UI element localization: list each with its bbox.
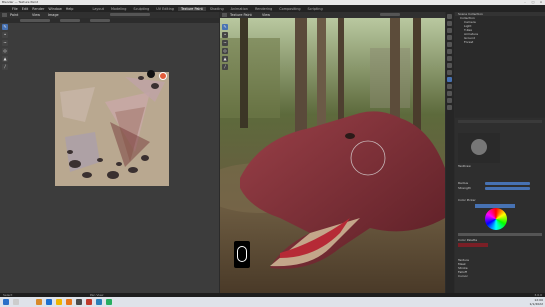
property-tab-icon[interactable]	[447, 42, 452, 47]
uv-strength-field[interactable]	[90, 19, 110, 22]
property-tab-icon[interactable]	[447, 28, 452, 33]
uv-image-menu[interactable]: Image	[48, 13, 59, 17]
soften-tool-icon[interactable]: •	[2, 32, 8, 38]
editor-type-icon[interactable]	[2, 13, 7, 17]
viewport-mode-select[interactable]: Texture Paint	[230, 13, 252, 17]
viewport-fill-tool-icon[interactable]: ▲	[222, 56, 228, 62]
texture-image	[55, 72, 169, 186]
viewport-shading-buttons[interactable]	[380, 13, 400, 16]
taskbar-store-icon[interactable]	[106, 299, 112, 305]
tab-compositing[interactable]: Compositing	[276, 7, 303, 11]
brush-color-swatch[interactable]	[458, 243, 488, 247]
property-tab-icon[interactable]	[447, 70, 452, 75]
strength-slider[interactable]	[485, 187, 530, 190]
3d-viewport[interactable]	[220, 18, 445, 293]
tab-texture-paint[interactable]: Texture Paint	[177, 6, 206, 11]
brush-options: Texture Mask Stroke Falloff Cursor	[458, 258, 469, 278]
outliner-item[interactable]: Forest	[455, 40, 545, 44]
uv-toolbar: ✎ • ~ ◎ ▲ /	[2, 24, 8, 84]
draw-tool-icon[interactable]: ✎	[2, 24, 8, 30]
tab-modeling[interactable]: Modeling	[108, 7, 129, 11]
clone-tool-icon[interactable]: ◎	[2, 48, 8, 54]
property-tab-icon[interactable]	[447, 84, 452, 89]
tab-layout[interactable]: Layout	[89, 7, 107, 11]
uv-brush-field[interactable]	[20, 19, 50, 22]
uv-view-menu[interactable]: View	[32, 13, 40, 17]
menu-render[interactable]: Render	[32, 7, 44, 11]
menu-edit[interactable]: Edit	[22, 7, 29, 11]
tab-sculpting[interactable]: Sculpting	[130, 7, 152, 11]
brush-preview[interactable]	[458, 133, 500, 163]
property-tab-icon[interactable]	[447, 14, 452, 19]
viewport-smear-tool-icon[interactable]: ~	[222, 40, 228, 46]
property-tab-icon[interactable]	[447, 77, 452, 82]
blender-icon[interactable]	[66, 299, 72, 305]
search-icon[interactable]	[13, 299, 19, 305]
tab-shading[interactable]: Shading	[207, 7, 227, 11]
uv-radius-field[interactable]	[60, 19, 80, 22]
strength-label: Strength	[458, 186, 471, 190]
window-title: Blender — Texture Paint	[2, 0, 38, 4]
menu-window[interactable]: Window	[48, 7, 61, 11]
taskbar-terminal-icon[interactable]	[76, 299, 82, 305]
image-selector[interactable]	[110, 13, 150, 16]
viewport-mask-tool-icon[interactable]: /	[222, 64, 228, 70]
viewport-soften-tool-icon[interactable]: •	[222, 32, 228, 38]
tab-scripting[interactable]: Scripting	[305, 7, 326, 11]
brush-selector[interactable]	[458, 120, 542, 123]
palette-label: Color Palette	[458, 238, 478, 242]
mouse-icon	[237, 246, 247, 262]
property-tab-icon[interactable]	[447, 98, 452, 103]
tab-animation[interactable]: Animation	[228, 7, 251, 11]
taskbar-browser-icon[interactable]	[46, 299, 52, 305]
taskbar-mail-icon[interactable]	[96, 299, 102, 305]
uv-mode-select[interactable]: Paint	[10, 13, 18, 17]
radius-slider[interactable]	[485, 182, 530, 185]
viewport-toolbar: ✎ • ~ ◎ ▲ /	[222, 24, 228, 72]
property-tab-icon[interactable]	[447, 105, 452, 110]
color-picker-label: Color Picker	[458, 198, 476, 202]
smear-tool-icon[interactable]: ~	[2, 40, 8, 46]
outliner: Scene Collection Collection Camera Light T-…	[455, 12, 545, 117]
main-menu: File Edit Render Window Help	[0, 7, 73, 11]
viewport-draw-tool-icon[interactable]: ✎	[222, 24, 228, 30]
brush-name: TexDraw	[458, 164, 471, 168]
color-wheel[interactable]	[485, 208, 507, 230]
outliner-list: Collection Camera Light T-Rex Armature Ground…	[455, 16, 545, 44]
property-tab-icon[interactable]	[447, 21, 452, 26]
brush-icon	[471, 139, 487, 155]
property-tab-icon[interactable]	[447, 35, 452, 40]
taskbar-app-icon[interactable]	[36, 299, 42, 305]
radius-label: Radius	[458, 181, 469, 185]
properties-tabs	[446, 12, 454, 293]
brush-cursor-icon	[147, 70, 155, 78]
taskbar-media-icon[interactable]	[86, 299, 92, 305]
clock-date: 1/1/2022	[529, 302, 543, 306]
value-slider[interactable]	[458, 233, 542, 236]
property-tab-icon[interactable]	[447, 56, 452, 61]
start-icon[interactable]	[3, 299, 9, 305]
property-tab-icon[interactable]	[447, 91, 452, 96]
tab-rendering[interactable]: Rendering	[252, 7, 275, 11]
mask-tool-icon[interactable]: /	[2, 64, 8, 70]
menu-help[interactable]: Help	[66, 7, 74, 11]
property-tab-icon[interactable]	[447, 63, 452, 68]
brush-option-cursor[interactable]: Cursor	[458, 274, 469, 278]
taskbar-clock[interactable]: 12:00 1/1/2022	[530, 298, 543, 306]
viewport-clone-tool-icon[interactable]: ◎	[222, 48, 228, 54]
viewport-editor-type-icon[interactable]	[222, 13, 227, 17]
tab-uv-editing[interactable]: UV Editing	[153, 7, 177, 11]
top-menu-bar: File Edit Render Window Help Layout Model…	[0, 5, 545, 12]
fill-tool-icon[interactable]: ▲	[2, 56, 8, 62]
viewport-view-menu[interactable]: View	[262, 13, 270, 17]
mouse-overlay	[234, 241, 250, 268]
windows-taskbar: 12:00 1/1/2022	[0, 297, 545, 307]
menu-file[interactable]: File	[12, 7, 18, 11]
workspace-tabs: Layout Modeling Sculpting UV Editing Texture…	[89, 6, 326, 11]
color-dot-icon	[159, 72, 167, 80]
properties-panel: TexDraw Radius Strength Color Picker Col…	[455, 118, 545, 293]
taskbar-folder-icon[interactable]	[56, 299, 62, 305]
property-tab-icon[interactable]	[447, 49, 452, 54]
